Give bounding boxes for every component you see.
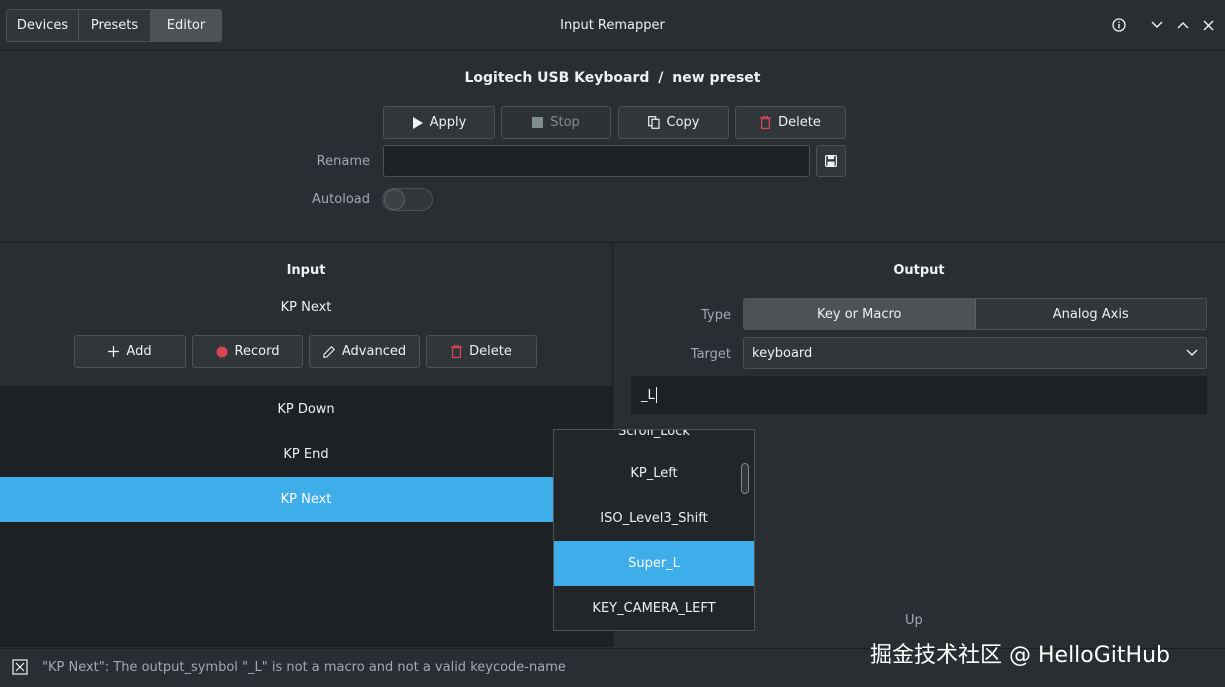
view-switcher: Devices Presets Editor	[6, 9, 222, 42]
mapping-list: KP Down KP End KP Next	[0, 387, 612, 647]
toggle-knob	[384, 189, 405, 210]
minimize-icon[interactable]	[1147, 14, 1167, 36]
autocomplete-scrollbar[interactable]	[741, 463, 749, 494]
advanced-button[interactable]: Advanced	[309, 335, 420, 368]
chevron-down-icon	[1186, 349, 1198, 356]
save-name-button[interactable]	[816, 145, 846, 177]
autocomplete-item[interactable]: ISO_Level3_Shift	[554, 496, 754, 541]
autocomplete-item[interactable]: KP_Left	[554, 451, 754, 496]
list-item[interactable]: KP End	[0, 432, 612, 477]
add-button[interactable]: Add	[74, 335, 186, 368]
type-label: Type	[701, 308, 731, 323]
record-label: Record	[234, 344, 280, 359]
play-icon	[412, 116, 423, 129]
output-symbol-text: _L	[641, 387, 655, 403]
apply-label: Apply	[429, 115, 467, 130]
stop-button[interactable]: Stop	[501, 106, 611, 139]
autocomplete-item-selected[interactable]: Super_L	[554, 541, 754, 586]
autocomplete-item-partial[interactable]: Scroll_Lock	[554, 430, 754, 446]
info-icon[interactable]	[1109, 14, 1129, 36]
copy-button[interactable]: Copy	[618, 106, 729, 139]
rename-input[interactable]	[383, 145, 810, 177]
plus-icon	[108, 346, 120, 357]
list-item[interactable]: KP Down	[0, 387, 612, 432]
target-select[interactable]: keyboard	[743, 337, 1207, 369]
current-input: KP Next	[280, 300, 332, 315]
apply-button[interactable]: Apply	[383, 106, 495, 139]
save-icon	[825, 155, 837, 167]
text-cursor	[655, 387, 657, 403]
dismiss-error-icon[interactable]	[12, 659, 28, 675]
stop-label: Stop	[550, 115, 580, 130]
device-name: Logitech USB Keyboard	[464, 70, 650, 86]
autoload-label: Autoload	[312, 192, 370, 207]
type-key-or-macro[interactable]: Key or Macro	[744, 299, 976, 329]
delete-preset-button[interactable]: Delete	[735, 106, 846, 139]
autoload-toggle[interactable]	[382, 188, 433, 211]
tab-devices[interactable]: Devices	[7, 10, 79, 41]
input-title: Input	[286, 263, 326, 278]
stop-icon	[532, 117, 544, 128]
trash-icon	[760, 116, 772, 129]
target-value: keyboard	[752, 345, 813, 361]
autocomplete-popup: Scroll_Lock KP_Left ISO_Level3_Shift Sup…	[553, 429, 755, 631]
output-hint-text: Up	[905, 613, 923, 628]
copy-label: Copy	[666, 115, 700, 130]
status-message: "KP Next": The output_symbol "_L" is not…	[42, 660, 566, 675]
preset-name: new preset	[672, 70, 761, 86]
trash-icon	[451, 345, 463, 358]
watermark: 掘金技术社区 @ HelloGitHub	[870, 643, 1170, 668]
delete-preset-label: Delete	[778, 115, 821, 130]
add-label: Add	[126, 344, 152, 359]
tab-presets[interactable]: Presets	[79, 10, 151, 41]
maximize-icon[interactable]	[1173, 14, 1193, 36]
target-label: Target	[690, 347, 731, 362]
autocomplete-item[interactable]: KEY_CAMERA_LEFT	[554, 586, 754, 630]
rename-label: Rename	[316, 154, 370, 169]
type-switcher: Key or Macro Analog Axis	[743, 298, 1207, 330]
pencil-icon	[323, 345, 335, 358]
copy-icon	[647, 116, 660, 129]
record-icon	[216, 346, 228, 357]
close-icon[interactable]	[1198, 14, 1218, 36]
list-item-selected[interactable]: KP Next	[0, 477, 612, 522]
delete-input-label: Delete	[469, 344, 512, 359]
tab-editor[interactable]: Editor	[151, 10, 221, 41]
heading-separator: /	[658, 70, 664, 86]
record-button[interactable]: Record	[192, 335, 303, 368]
preset-heading: Logitech USB Keyboard / new preset	[0, 70, 1225, 86]
output-title: Output	[893, 263, 945, 278]
delete-input-button[interactable]: Delete	[426, 335, 537, 368]
advanced-label: Advanced	[341, 344, 407, 359]
type-analog-axis[interactable]: Analog Axis	[975, 299, 1206, 329]
output-symbol-editor[interactable]: _L	[631, 376, 1207, 414]
